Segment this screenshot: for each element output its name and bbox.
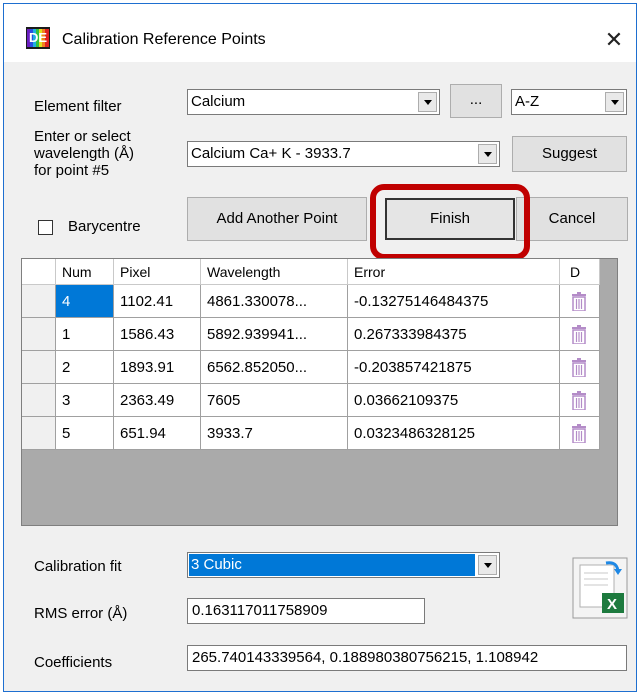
- suggest-button-label: Suggest: [541, 145, 598, 162]
- add-point-label: Add Another Point: [216, 210, 338, 227]
- cell-pixel[interactable]: 651.94: [114, 417, 201, 450]
- window-title: Calibration Reference Points: [62, 31, 266, 48]
- cancel-label: Cancel: [548, 210, 596, 227]
- element-filter-select[interactable]: Calcium: [187, 89, 440, 115]
- element-filter-value: Calcium: [191, 93, 246, 110]
- delete-cell[interactable]: [560, 318, 600, 351]
- table-row[interactable]: 2 1893.91 6562.852050... -0.203857421875: [22, 351, 617, 384]
- close-button[interactable]: ✕: [594, 22, 634, 58]
- cell-pixel[interactable]: 2363.49: [114, 384, 201, 417]
- svg-text:DE: DE: [29, 30, 47, 45]
- wavelength-select[interactable]: Calcium Ca+ K - 3933.7: [187, 141, 500, 167]
- header-num[interactable]: Num: [56, 259, 114, 285]
- row-selector[interactable]: [22, 417, 56, 450]
- table-row[interactable]: 3 2363.49 7605 0.03662109375: [22, 384, 617, 417]
- svg-text:X: X: [607, 596, 617, 613]
- sort-order-select[interactable]: A-Z: [511, 89, 627, 115]
- trash-icon[interactable]: [572, 292, 586, 311]
- add-point-button[interactable]: Add Another Point: [187, 197, 367, 241]
- row-selector[interactable]: [22, 285, 56, 318]
- table-row[interactable]: 5 651.94 3933.7 0.0323486328125: [22, 417, 617, 450]
- cell-num[interactable]: 3: [56, 384, 114, 417]
- delete-cell[interactable]: [560, 351, 600, 384]
- browse-button-label: ...: [469, 91, 483, 108]
- cell-num[interactable]: 4: [56, 285, 114, 318]
- header-wavelength[interactable]: Wavelength: [201, 259, 348, 285]
- cell-pixel[interactable]: 1586.43: [114, 318, 201, 351]
- browse-elements-button[interactable]: ...: [450, 84, 502, 118]
- trash-icon[interactable]: [572, 325, 586, 344]
- calibration-fit-label: Calibration fit: [34, 558, 122, 575]
- trash-icon[interactable]: [572, 358, 586, 377]
- cell-pixel[interactable]: 1102.41: [114, 285, 201, 318]
- cell-wavelength[interactable]: 3933.7: [201, 417, 348, 450]
- cell-error[interactable]: 0.267333984375: [348, 318, 560, 351]
- header-error[interactable]: Error: [348, 259, 560, 285]
- row-selector[interactable]: [22, 351, 56, 384]
- row-selector[interactable]: [22, 318, 56, 351]
- cell-pixel[interactable]: 1893.91: [114, 351, 201, 384]
- cell-wavelength[interactable]: 6562.852050...: [201, 351, 348, 384]
- export-excel-icon[interactable]: X: [572, 557, 628, 619]
- cell-wavelength[interactable]: 4861.330078...: [201, 285, 348, 318]
- cell-error[interactable]: -0.13275146484375: [348, 285, 560, 318]
- app-icon: DE: [26, 27, 50, 49]
- points-table[interactable]: Num Pixel Wavelength Error D 4 1102.41 4…: [21, 258, 618, 526]
- table-row[interactable]: 4 1102.41 4861.330078... -0.132751464843…: [22, 285, 617, 318]
- wavelength-label-line1: Enter or select: [34, 128, 131, 145]
- row-header-corner: [22, 259, 56, 285]
- cell-error[interactable]: 0.0323486328125: [348, 417, 560, 450]
- header-delete[interactable]: D: [560, 259, 600, 285]
- cell-num[interactable]: 5: [56, 417, 114, 450]
- delete-cell[interactable]: [560, 384, 600, 417]
- cell-num[interactable]: 2: [56, 351, 114, 384]
- coefficients-field[interactable]: 265.740143339564, 0.188980380756215, 1.1…: [187, 645, 627, 671]
- calibration-fit-select[interactable]: 3 Cubic: [187, 552, 500, 578]
- delete-cell[interactable]: [560, 417, 600, 450]
- barycentre-label: Barycentre: [68, 218, 141, 235]
- trash-icon[interactable]: [572, 391, 586, 410]
- wavelength-label-line3: for point #5: [34, 162, 110, 179]
- rms-error-label: RMS error (Å): [34, 605, 128, 622]
- trash-icon[interactable]: [572, 424, 586, 443]
- wavelength-label-line2: wavelength (Å): [34, 145, 135, 162]
- header-pixel[interactable]: Pixel: [114, 259, 201, 285]
- cell-error[interactable]: 0.03662109375: [348, 384, 560, 417]
- suggest-button[interactable]: Suggest: [512, 136, 627, 172]
- row-selector[interactable]: [22, 384, 56, 417]
- barycentre-checkbox[interactable]: [38, 220, 53, 235]
- chevron-down-icon[interactable]: [478, 144, 497, 164]
- highlight-annotation: [370, 184, 530, 260]
- cell-wavelength[interactable]: 5892.939941...: [201, 318, 348, 351]
- table-row[interactable]: 1 1586.43 5892.939941... 0.267333984375: [22, 318, 617, 351]
- sort-order-value: A-Z: [515, 93, 540, 110]
- cell-error[interactable]: -0.203857421875: [348, 351, 560, 384]
- rms-error-field[interactable]: 0.163117011758909: [187, 598, 425, 624]
- title-bar: DE Calibration Reference Points ✕: [4, 4, 636, 62]
- cancel-button[interactable]: Cancel: [516, 197, 628, 241]
- chevron-down-icon[interactable]: [418, 92, 437, 112]
- chevron-down-icon[interactable]: [605, 92, 624, 112]
- calibration-fit-value: 3 Cubic: [189, 554, 475, 576]
- calibration-dialog: DE Calibration Reference Points ✕ Elemen…: [3, 3, 637, 692]
- delete-cell[interactable]: [560, 285, 600, 318]
- wavelength-value: Calcium Ca+ K - 3933.7: [191, 145, 351, 162]
- element-filter-label: Element filter: [34, 98, 122, 115]
- chevron-down-icon[interactable]: [478, 555, 497, 575]
- cell-wavelength[interactable]: 7605: [201, 384, 348, 417]
- coefficients-label: Coefficients: [34, 654, 113, 671]
- cell-num[interactable]: 1: [56, 318, 114, 351]
